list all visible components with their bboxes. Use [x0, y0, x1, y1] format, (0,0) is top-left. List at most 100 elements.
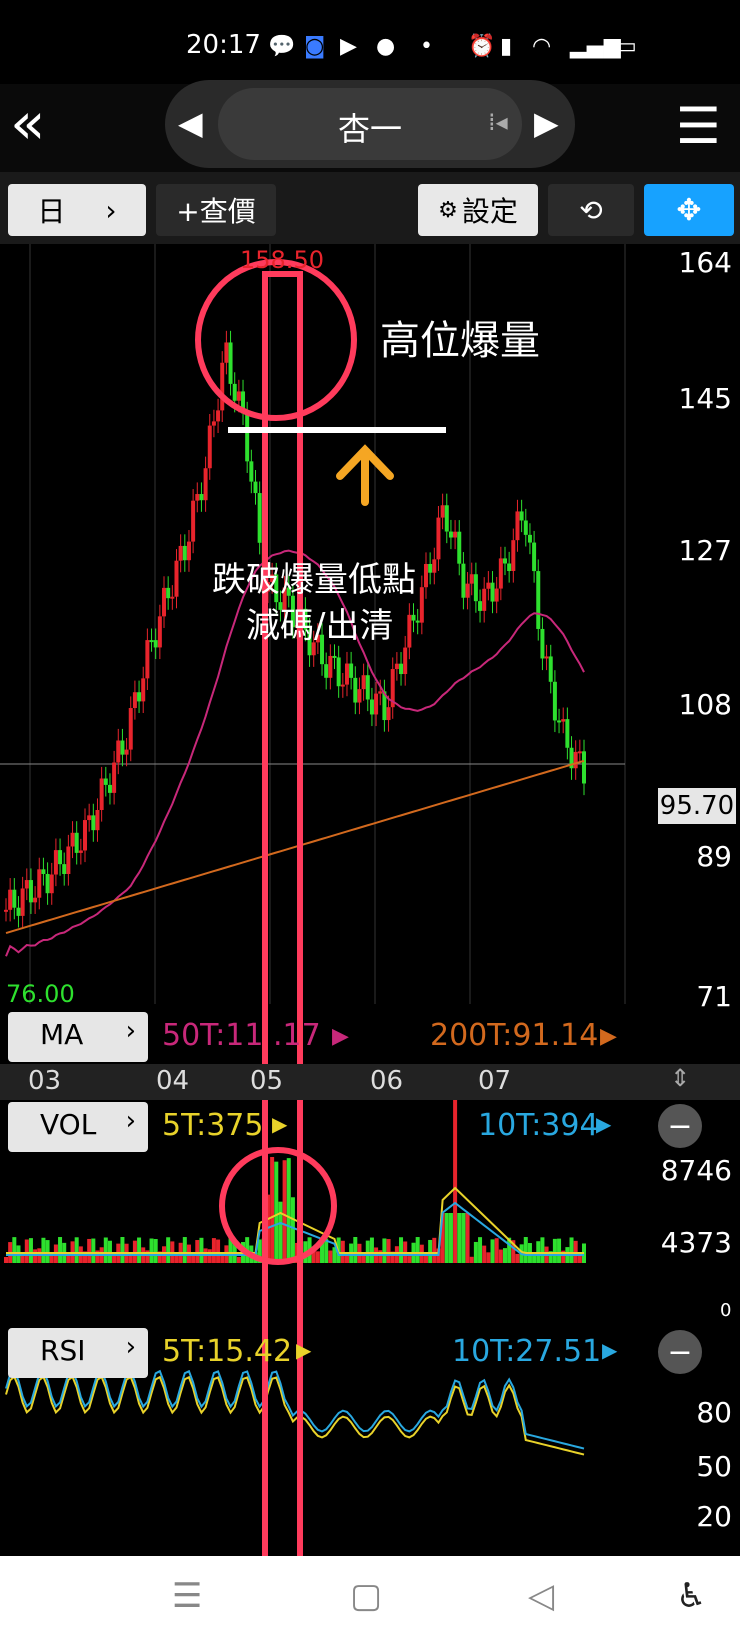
- period-selector[interactable]: 日 ›: [8, 184, 146, 236]
- candle: [116, 740, 121, 763]
- break-note-2: 減碼/出清: [246, 606, 394, 646]
- candle: [53, 850, 58, 875]
- candle: [232, 383, 237, 401]
- candle: [199, 494, 204, 501]
- remove-rsi-button[interactable]: −: [658, 1330, 702, 1374]
- candle: [344, 663, 349, 685]
- rsi5-marker-icon: ▶: [296, 1338, 312, 1362]
- candle: [502, 558, 507, 564]
- candle: [41, 869, 46, 874]
- last-price-label: 95.70: [658, 788, 736, 824]
- volume-bar: [498, 1249, 503, 1263]
- candle: [162, 587, 167, 617]
- rotate-screen-button[interactable]: ⟲: [548, 184, 634, 236]
- rotate-icon: ⟲: [579, 193, 603, 227]
- vol5-marker-icon: ▶: [272, 1112, 288, 1136]
- status-bar: 20:17 💬 ◙ ▶ ● • ⏰ ▮ ◠ ▂▄▆ ▭: [0, 0, 740, 84]
- candle: [336, 657, 341, 687]
- vol5-value: 5T:375: [162, 1108, 264, 1143]
- stock-title: 杏一: [337, 110, 402, 148]
- candle: [24, 880, 29, 889]
- candle: [357, 689, 362, 703]
- candle: [461, 563, 466, 598]
- candle: [132, 692, 137, 709]
- high-volume-circle: [195, 259, 357, 421]
- quote-button[interactable]: +查價: [156, 184, 276, 236]
- volume-bar: [465, 1213, 470, 1263]
- vol-selector[interactable]: VOL ›: [8, 1102, 148, 1152]
- resize-handle-icon[interactable]: ⇕: [670, 1064, 690, 1092]
- home-icon[interactable]: ▢: [350, 1576, 382, 1616]
- candle: [324, 664, 329, 678]
- volume-bar: [174, 1255, 179, 1263]
- fullscreen-button[interactable]: ✥: [644, 184, 734, 236]
- volume-bar: [270, 1156, 275, 1263]
- candle: [523, 520, 528, 535]
- candle: [4, 909, 8, 912]
- candle: [507, 563, 512, 571]
- volume-bar: [469, 1256, 474, 1263]
- month-05: 05: [250, 1066, 284, 1096]
- volume-bar: [112, 1254, 117, 1263]
- volume-bar: [149, 1238, 154, 1263]
- volume-bar: [478, 1237, 483, 1263]
- candle: [540, 628, 545, 659]
- volume-bar: [41, 1237, 46, 1263]
- axis-108: 108: [678, 688, 732, 721]
- rsi10-value: 10T:27.51: [452, 1334, 602, 1369]
- candle: [112, 762, 117, 793]
- candle: [87, 815, 92, 821]
- next-stock-button[interactable]: ▶: [534, 104, 559, 142]
- candle: [257, 493, 262, 543]
- volume-bar: [290, 1197, 295, 1263]
- candle: [482, 588, 487, 611]
- candle: [440, 505, 445, 518]
- candle: [91, 815, 96, 831]
- back-icon[interactable]: «: [10, 88, 74, 158]
- candle: [195, 494, 200, 501]
- candle: [565, 719, 570, 748]
- candle: [66, 846, 71, 875]
- accessibility-icon[interactable]: ♿: [676, 1576, 706, 1616]
- axis-71: 71: [696, 980, 732, 1013]
- ma-selector[interactable]: MA ›: [8, 1012, 148, 1062]
- ma200-line: [5, 759, 585, 934]
- candle: [216, 410, 221, 422]
- volume-bar: [407, 1256, 412, 1263]
- rsi5-value: 5T:15.42: [162, 1334, 293, 1369]
- drag-handle-icon[interactable]: ⁞◂: [488, 108, 508, 136]
- candle: [527, 534, 532, 543]
- candle: [186, 541, 191, 561]
- candle: [245, 413, 250, 462]
- menu-icon[interactable]: ☰: [676, 98, 721, 154]
- volume-bar: [557, 1238, 562, 1263]
- candle: [353, 677, 358, 703]
- settings-button[interactable]: ⚙ 設定: [418, 184, 538, 236]
- volume-bar: [182, 1237, 187, 1263]
- candle: [153, 640, 158, 648]
- ma50-marker-icon: ▶: [332, 1024, 349, 1049]
- remove-vol-button[interactable]: −: [658, 1104, 702, 1148]
- candle: [174, 560, 179, 597]
- volume-bar: [4, 1257, 8, 1263]
- recent-apps-icon[interactable]: ☰: [172, 1576, 202, 1616]
- vol10-marker-icon: ▶: [596, 1112, 612, 1136]
- back-nav-icon[interactable]: ◁: [528, 1576, 554, 1616]
- rsi-selector[interactable]: RSI ›: [8, 1328, 148, 1378]
- candle: [453, 531, 458, 538]
- dot-icon: •: [420, 34, 433, 59]
- candle: [149, 640, 154, 643]
- high-price-label: 158.50: [240, 246, 324, 274]
- month-07: 07: [478, 1066, 512, 1096]
- candle: [407, 614, 412, 648]
- rsi10-marker-icon: ▶: [602, 1338, 618, 1362]
- wifi-icon: ◠: [532, 34, 552, 59]
- candle: [557, 720, 562, 723]
- candle: [45, 873, 50, 894]
- candle: [469, 574, 474, 584]
- candle: [141, 678, 146, 702]
- candle: [573, 751, 578, 769]
- prev-stock-button[interactable]: ◀: [178, 104, 203, 142]
- candle: [33, 897, 38, 903]
- volume-bar: [453, 1098, 458, 1263]
